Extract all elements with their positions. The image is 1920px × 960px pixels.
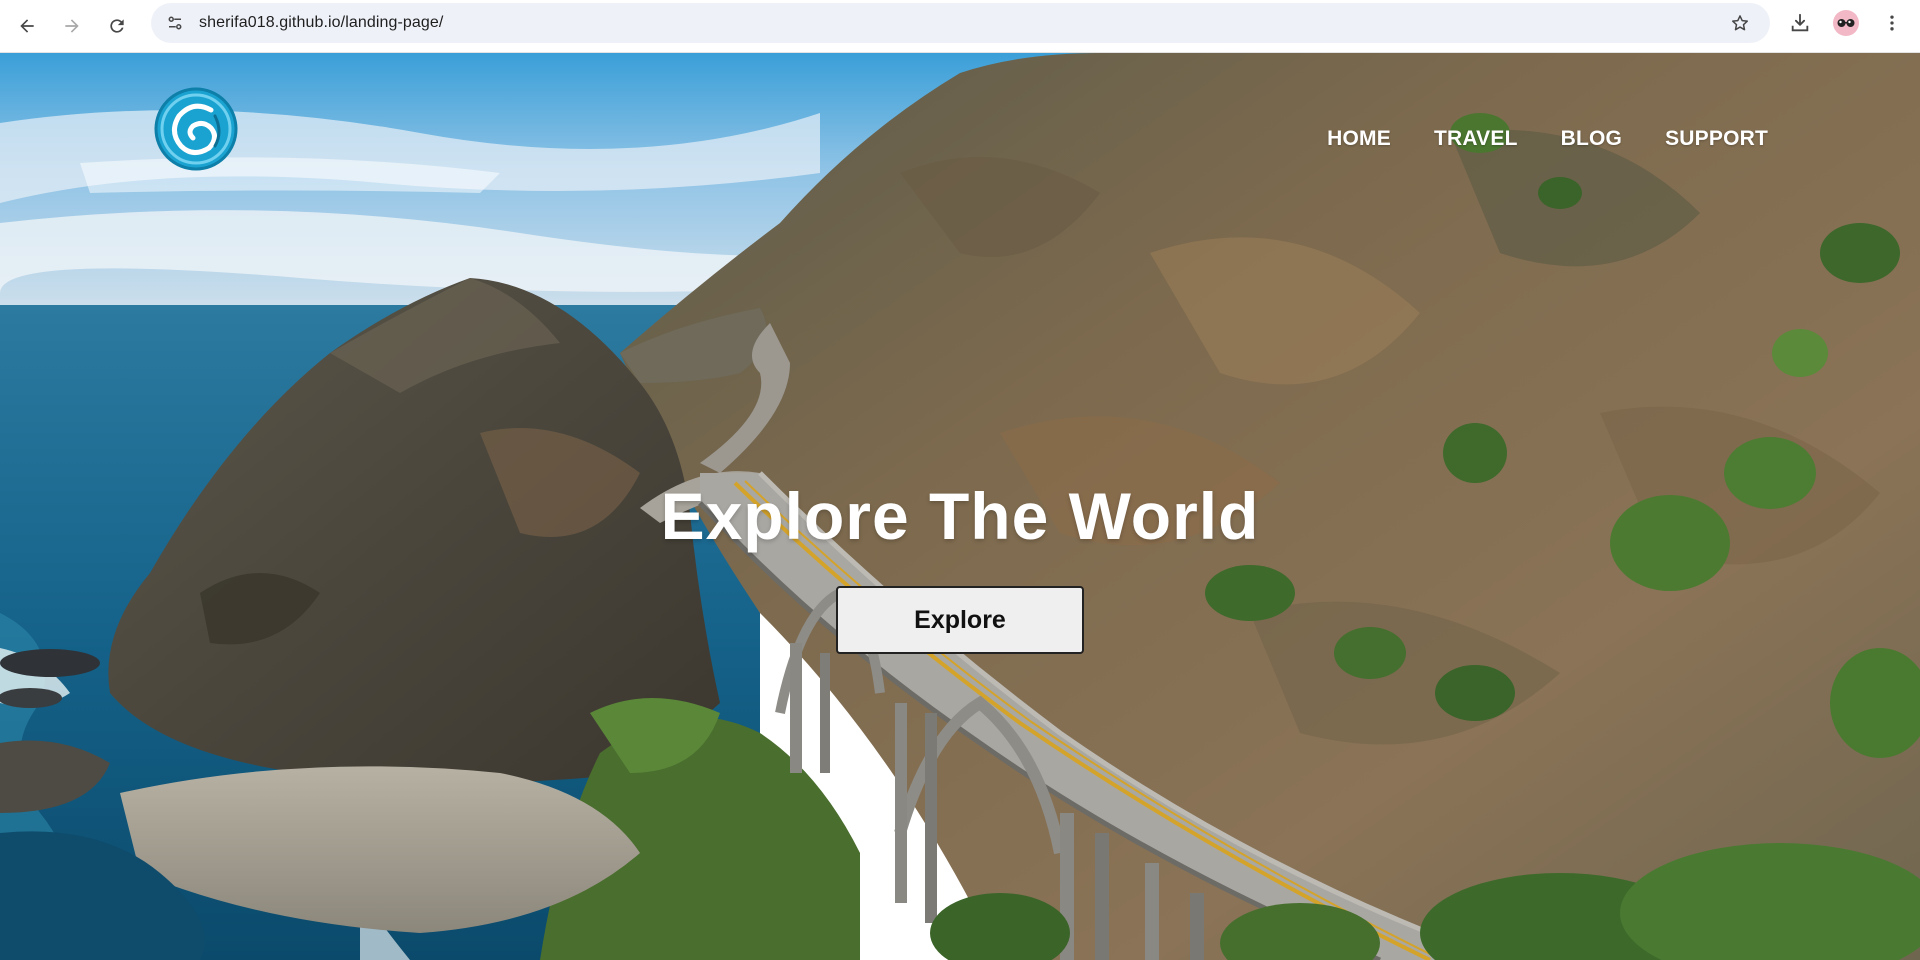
avatar-icon <box>1833 10 1859 36</box>
forward-button[interactable] <box>54 8 90 44</box>
explore-button[interactable]: Explore <box>836 586 1084 654</box>
hero-title: Explore The World <box>660 479 1260 553</box>
downloads-button[interactable] <box>1782 5 1818 41</box>
arrow-right-icon <box>65 19 79 33</box>
page-viewport: HOME TRAVEL BLOG SUPPORT Explore The Wor… <box>0 53 1920 960</box>
arrow-left-icon <box>20 19 34 33</box>
back-button[interactable] <box>9 8 45 44</box>
menu-button[interactable] <box>1874 5 1910 41</box>
nav-support-link[interactable]: SUPPORT <box>1665 127 1768 151</box>
reload-button[interactable] <box>99 8 135 44</box>
url-text[interactable]: sherifa018.github.io/landing-page/ <box>199 14 443 32</box>
tune-icon <box>168 16 182 30</box>
site-nav: HOME TRAVEL BLOG SUPPORT <box>1284 127 1768 151</box>
site-logo[interactable] <box>153 86 239 172</box>
download-icon <box>1791 13 1809 32</box>
site-info-button[interactable] <box>157 5 193 41</box>
nav-home-link[interactable]: HOME <box>1327 127 1391 151</box>
browser-toolbar: sherifa018.github.io/landing-page/ <box>0 0 1920 53</box>
nav-travel-link[interactable]: TRAVEL <box>1434 127 1518 151</box>
kebab-menu-icon <box>1890 15 1894 31</box>
star-icon <box>1732 15 1748 31</box>
swirl-logo-icon <box>154 87 238 171</box>
toolbar-right <box>1782 0 1920 46</box>
nav-blog-link[interactable]: BLOG <box>1561 127 1622 151</box>
bookmark-button[interactable] <box>1722 5 1758 41</box>
address-bar[interactable]: sherifa018.github.io/landing-page/ <box>151 3 1770 43</box>
reload-icon <box>110 19 124 33</box>
profile-button[interactable] <box>1828 5 1864 41</box>
